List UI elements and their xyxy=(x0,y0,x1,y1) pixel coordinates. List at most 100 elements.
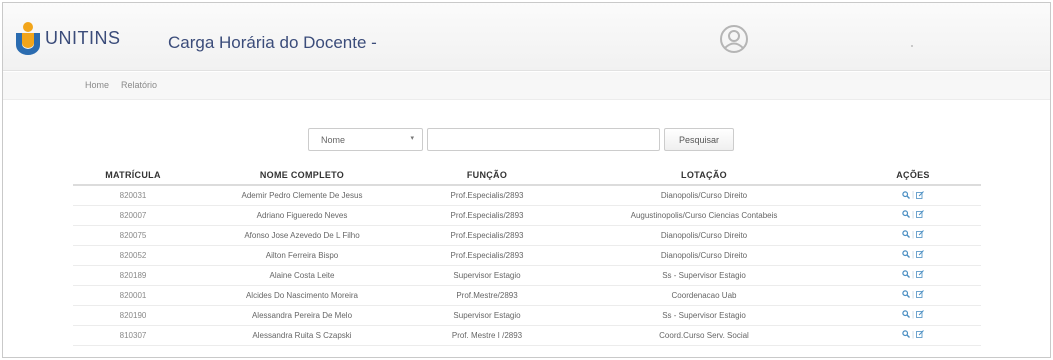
action-separator: | xyxy=(911,289,915,299)
cell-lotacao: Ss - Supervisor Estagio xyxy=(563,265,845,286)
cell-lotacao: Dianopolis/Curso Direito xyxy=(563,245,845,266)
edit-icon[interactable] xyxy=(916,310,924,319)
table-row: 810307 Alessandra Ruita S Czapski Prof. Me… xyxy=(73,325,981,346)
edit-icon[interactable] xyxy=(916,270,924,279)
search-icon[interactable] xyxy=(902,250,910,259)
action-separator: | xyxy=(911,249,915,259)
row-actions: | xyxy=(902,310,924,319)
cell-matricula: 820190 xyxy=(73,305,193,326)
cell-matricula: 810307 xyxy=(73,325,193,346)
page-title[interactable]: Carga Horária do Docente - xyxy=(168,33,377,53)
row-actions: | xyxy=(902,330,924,339)
col-nome-completo[interactable]: NOME COMPLETO xyxy=(193,165,411,186)
action-separator: | xyxy=(911,190,915,199)
edit-icon[interactable] xyxy=(916,290,924,299)
cell-nome: Alessandra Pereira De Melo xyxy=(193,305,411,326)
cell-funcao: Prof.Mestre/2893 xyxy=(411,285,563,306)
action-separator: | xyxy=(911,209,915,219)
edit-icon[interactable] xyxy=(916,210,924,219)
cell-nome: Ademir Pedro Clemente De Jesus xyxy=(193,185,411,206)
cell-nome: Ailton Ferreira Bispo xyxy=(193,245,411,266)
cell-matricula: 820031 xyxy=(73,185,193,206)
cell-funcao: Prof.Especialis/2893 xyxy=(411,225,563,246)
cell-acoes: | xyxy=(845,205,981,226)
table-header-row: MATRÍCULA NOME COMPLETO FUNÇÃO LOTAÇÃO A… xyxy=(73,165,981,186)
user-avatar-icon[interactable] xyxy=(720,25,748,53)
cell-funcao: Prof. Mestre I /2893 xyxy=(411,325,563,346)
docentes-table: MATRÍCULA NOME COMPLETO FUNÇÃO LOTAÇÃO A… xyxy=(73,165,981,346)
header-dot xyxy=(911,45,913,47)
cell-lotacao: Coord.Curso Serv. Social xyxy=(563,325,845,346)
cell-funcao: Supervisor Estagio xyxy=(411,265,563,286)
sub-navigation: Home Relatório xyxy=(3,72,1050,100)
edit-icon[interactable] xyxy=(916,230,924,239)
row-actions: | xyxy=(902,210,924,219)
search-icon[interactable] xyxy=(902,210,910,219)
cell-acoes: | xyxy=(845,305,981,326)
row-actions: | xyxy=(902,190,924,199)
table-row: 820031 Ademir Pedro Clemente De Jesus Prof… xyxy=(73,185,981,206)
search-icon[interactable] xyxy=(902,330,910,339)
cell-funcao: Prof.Especialis/2893 xyxy=(411,245,563,266)
search-icon[interactable] xyxy=(902,310,910,319)
action-separator: | xyxy=(911,269,915,279)
cell-acoes: | xyxy=(845,265,981,286)
action-separator: | xyxy=(911,229,915,239)
cell-nome: Alaine Costa Leite xyxy=(193,265,411,286)
cell-nome: Adriano Figueredo Neves xyxy=(193,205,411,226)
col-funcao[interactable]: FUNÇÃO xyxy=(411,165,563,186)
select-value: Nome xyxy=(321,135,346,145)
cell-acoes: | xyxy=(845,225,981,246)
col-matricula[interactable]: MATRÍCULA xyxy=(73,165,193,186)
table-row: 820052 Ailton Ferreira Bispo Prof.Especial… xyxy=(73,245,981,266)
table-row: 820001 Alcides Do Nascimento Moreira Prof.… xyxy=(73,285,981,306)
cell-lotacao: Augustinopolis/Curso Ciencias Contabeis xyxy=(563,205,845,226)
cell-matricula: 820075 xyxy=(73,225,193,246)
cell-matricula: 820052 xyxy=(73,245,193,266)
cell-lotacao: Coordenacao Uab xyxy=(563,285,845,306)
cell-matricula: 820001 xyxy=(73,285,193,306)
edit-icon[interactable] xyxy=(916,190,924,199)
row-actions: | xyxy=(902,290,924,299)
cell-funcao: Prof.Especialis/2893 xyxy=(411,185,563,206)
top-header: UNITINS Carga Horária do Docente - xyxy=(3,3,1050,71)
search-icon[interactable] xyxy=(902,230,910,239)
cell-nome: Afonso Jose Azevedo De L Filho xyxy=(193,225,411,246)
search-icon[interactable] xyxy=(902,270,910,279)
search-input[interactable] xyxy=(427,128,660,151)
cell-acoes: | xyxy=(845,185,981,206)
table-row: 820189 Alaine Costa Leite Supervisor Estag… xyxy=(73,265,981,286)
unitins-logo-icon xyxy=(16,22,40,55)
row-actions: | xyxy=(902,230,924,239)
cell-funcao: Prof.Especialis/2893 xyxy=(411,205,563,226)
action-separator: | xyxy=(911,329,915,339)
row-actions: | xyxy=(902,250,924,259)
cell-funcao: Supervisor Estagio xyxy=(411,305,563,326)
cell-nome: Alessandra Ruita S Czapski xyxy=(193,325,411,346)
search-field-select[interactable]: Nome ▾ xyxy=(308,128,423,151)
table-row: 820190 Alessandra Pereira De Melo Supervis… xyxy=(73,305,981,326)
cell-lotacao: Ss - Supervisor Estagio xyxy=(563,305,845,326)
edit-icon[interactable] xyxy=(916,250,924,259)
logo-text: UNITINS xyxy=(45,27,121,48)
cell-nome: Alcides Do Nascimento Moreira xyxy=(193,285,411,306)
cell-acoes: | xyxy=(845,325,981,346)
search-button[interactable]: Pesquisar xyxy=(664,128,734,151)
edit-icon[interactable] xyxy=(916,330,924,339)
search-icon[interactable] xyxy=(902,190,910,199)
cell-acoes: | xyxy=(845,245,981,266)
cell-matricula: 820007 xyxy=(73,205,193,226)
cell-matricula: 820189 xyxy=(73,265,193,286)
unitins-logo[interactable]: UNITINS xyxy=(13,21,121,55)
cell-lotacao: Dianopolis/Curso Direito xyxy=(563,185,845,206)
nav-home-link[interactable]: Home xyxy=(85,80,109,90)
col-lotacao[interactable]: LOTAÇÃO xyxy=(563,165,845,186)
search-icon[interactable] xyxy=(902,290,910,299)
app-window: UNITINS Carga Horária do Docente - Home … xyxy=(2,2,1051,358)
cell-lotacao: Dianopolis/Curso Direito xyxy=(563,225,845,246)
table-row: 820075 Afonso Jose Azevedo De L Filho Prof… xyxy=(73,225,981,246)
table-row: 820007 Adriano Figueredo Neves Prof.Especi… xyxy=(73,205,981,226)
cell-acoes: | xyxy=(845,285,981,306)
col-acoes: AÇÕES xyxy=(845,165,981,186)
nav-relatorio-link[interactable]: Relatório xyxy=(121,80,157,90)
